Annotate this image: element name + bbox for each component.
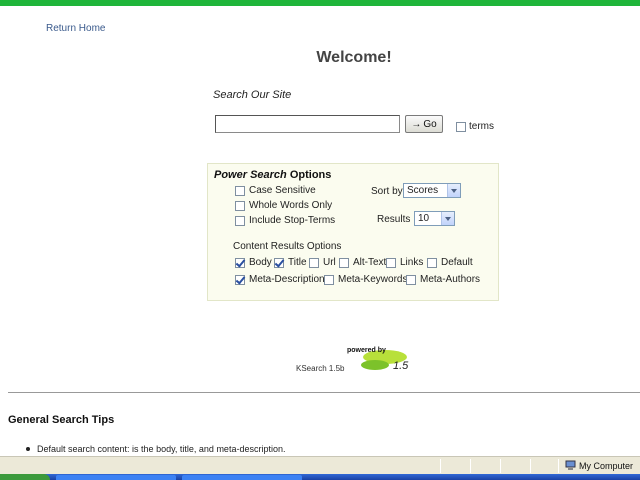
start-button[interactable] (0, 474, 50, 480)
dropdown-arrow-icon (441, 212, 454, 225)
sort-by-select[interactable]: Scores (403, 183, 461, 198)
search-input[interactable] (215, 115, 400, 133)
title-checkbox[interactable] (274, 257, 284, 268)
terms-checkbox[interactable] (456, 122, 466, 132)
logo-swoosh-shadow (361, 360, 389, 370)
taskbar-button[interactable] (182, 475, 302, 480)
top-accent-bar (0, 0, 640, 6)
content-option-alt-text[interactable]: Alt-Text (339, 257, 386, 268)
content-option-title[interactable]: Title (274, 257, 307, 268)
links-checkbox[interactable] (386, 257, 396, 268)
status-separator (440, 459, 441, 473)
content-option-url[interactable]: Url (309, 257, 336, 268)
option-whole-words[interactable]: Whole Words Only (235, 200, 332, 211)
content-option-body[interactable]: Body (235, 257, 272, 268)
taskbar-button[interactable] (56, 475, 176, 480)
option-include-stop-terms[interactable]: Include Stop-Terms (235, 215, 335, 226)
sort-by-label: Sort by (371, 186, 403, 197)
status-separator (558, 459, 559, 473)
computer-icon (565, 460, 576, 470)
section-divider (8, 392, 640, 393)
search-label: Search Our Site (213, 89, 292, 101)
bullet-icon (26, 447, 30, 451)
content-option-meta-authors[interactable]: Meta-Authors (406, 274, 480, 285)
results-select[interactable]: 10 (414, 211, 455, 226)
content-option-links[interactable]: Links (386, 257, 423, 268)
content-option-meta-description[interactable]: Meta-Description (235, 274, 325, 285)
power-search-title: Power Search Options (214, 169, 332, 181)
meta-authors-checkbox[interactable] (406, 274, 416, 285)
page-title: Welcome! (316, 49, 392, 66)
content-results-label: Content Results Options (233, 241, 342, 252)
default-checkbox[interactable] (427, 257, 437, 268)
case-sensitive-checkbox[interactable] (235, 185, 245, 196)
content-option-default[interactable]: Default (427, 257, 473, 268)
arrow-right-icon: → (411, 118, 422, 130)
powered-by-label: powered by (347, 347, 386, 354)
security-zone: My Computer (565, 460, 633, 471)
url-checkbox[interactable] (309, 257, 319, 268)
browser-status-bar: My Computer (0, 456, 640, 474)
go-button[interactable]: → Go (405, 115, 443, 133)
list-item: Default search content: is the body, tit… (26, 444, 285, 454)
go-button-label: Go (423, 118, 437, 130)
meta-description-checkbox[interactable] (235, 274, 245, 285)
dropdown-arrow-icon (447, 184, 460, 197)
taskbar (0, 474, 640, 480)
ksearch-version: KSearch 1.5b (296, 364, 345, 373)
logo-version: 1.5 (393, 360, 409, 372)
content-option-meta-keywords[interactable]: Meta-Keywords (324, 274, 407, 285)
status-separator (530, 459, 531, 473)
status-separator (500, 459, 501, 473)
meta-keywords-checkbox[interactable] (324, 274, 334, 285)
tips-heading: General Search Tips (8, 414, 115, 426)
power-search-panel: Power Search Options Case Sensitive Whol… (207, 163, 499, 301)
terms-label: terms (469, 121, 494, 132)
return-home-link[interactable]: Return Home (46, 23, 105, 34)
alt-text-checkbox[interactable] (339, 257, 349, 268)
option-case-sensitive[interactable]: Case Sensitive (235, 185, 316, 196)
status-separator (470, 459, 471, 473)
stop-terms-checkbox[interactable] (235, 215, 245, 226)
whole-words-checkbox[interactable] (235, 200, 245, 211)
body-checkbox[interactable] (235, 257, 245, 268)
results-label: Results (377, 214, 411, 225)
